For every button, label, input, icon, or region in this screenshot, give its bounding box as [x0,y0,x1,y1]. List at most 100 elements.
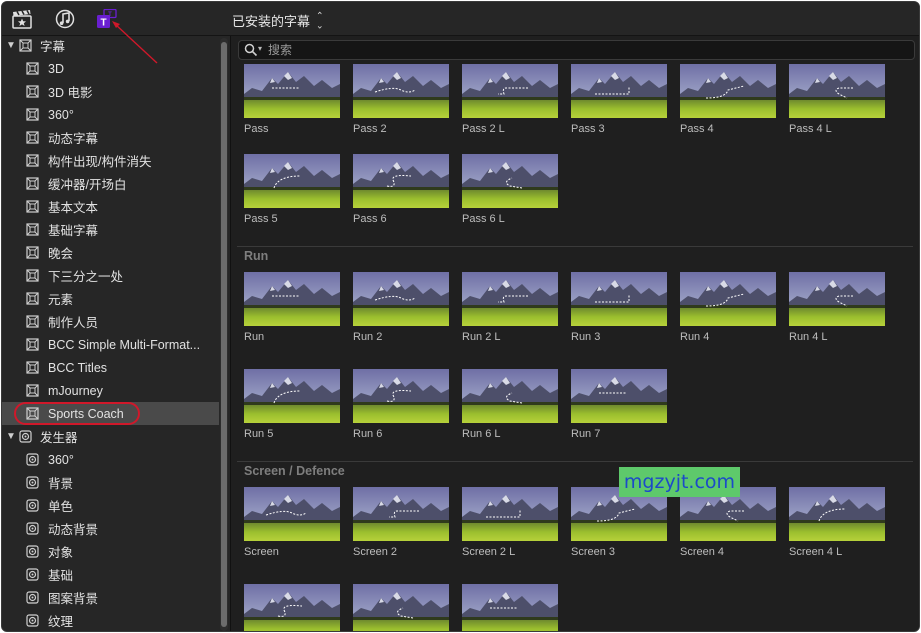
title-tile-label: Screen 4 L [789,546,843,558]
title-thumbnail[interactable] [353,369,449,423]
sidebar-item-generator-category[interactable]: 基础 [2,563,219,586]
title-tile[interactable]: Run 2 L [462,272,558,346]
sidebar-item-title-category[interactable]: BCC Titles [2,356,219,379]
title-thumbnail[interactable] [244,64,340,118]
sidebar-item-title-category[interactable]: 缓冲器/开场白 [2,172,219,195]
title-tile[interactable] [244,584,340,631]
sidebar-item-generator-category[interactable]: 对象 [2,540,219,563]
title-tile-label: Pass 4 [680,123,714,135]
title-tile[interactable]: Run 6 [353,369,449,443]
title-thumbnail[interactable] [680,272,776,326]
title-thumbnail[interactable] [571,272,667,326]
sidebar-item-label: 基本文本 [48,201,99,215]
sidebar-item-generator-category[interactable]: 360° [2,448,219,471]
title-tile[interactable]: Pass 3 [571,64,667,138]
title-tile[interactable]: Pass 5 [244,154,340,228]
title-tile[interactable]: Run 5 [244,369,340,443]
installed-titles-menu[interactable]: 已安装的字幕 ⌃ ⌄ [232,10,324,30]
title-tile[interactable]: Pass 6 L [462,154,558,228]
title-thumbnail[interactable] [789,64,885,118]
title-thumbnail[interactable] [353,272,449,326]
sidebar-item-label: 元素 [48,293,74,307]
title-thumbnail[interactable] [353,584,449,631]
sidebar-item-title-category[interactable]: 构件出现/构件消失 [2,149,219,172]
title-tile[interactable]: Screen 2 [353,487,449,561]
sidebar-item-title-category[interactable]: 晚会 [2,241,219,264]
title-thumbnail[interactable] [462,154,558,208]
titles-category-icon [26,85,39,98]
title-tile[interactable]: Screen 3 [571,487,667,561]
sidebar-item-generator-category[interactable]: 动态背景 [2,517,219,540]
title-tile[interactable]: Pass [244,64,340,138]
title-tile[interactable]: Screen 2 L [462,487,558,561]
titles-category-icon [26,246,39,259]
title-thumbnail[interactable] [462,487,558,541]
title-tile[interactable]: Run 4 [680,272,776,346]
title-tile[interactable]: Pass 4 [680,64,776,138]
sidebar-item-title-category[interactable]: mJourney [2,379,219,402]
sidebar-item-title-category[interactable]: 360° [2,103,219,126]
title-tile[interactable]: Run 4 L [789,272,885,346]
music-icon[interactable] [54,9,76,29]
title-tile[interactable]: Pass 2 [353,64,449,138]
title-tile[interactable]: Run 7 [571,369,667,443]
title-tile[interactable]: Screen 4 L [789,487,885,561]
search-input[interactable] [268,42,868,58]
title-thumbnail[interactable] [571,64,667,118]
disclosure-triangle-icon[interactable]: ▼ [6,40,16,51]
highlight-oval [14,402,140,425]
sidebar-item-title-category[interactable]: 元素 [2,287,219,310]
sidebar-item-generator-category[interactable]: 纹理 [2,609,219,631]
generator-category-icon [26,614,39,627]
title-tile-label: Screen 3 [571,546,616,558]
title-tile[interactable]: Screen [244,487,340,561]
title-thumbnail[interactable] [353,154,449,208]
title-thumbnail[interactable] [244,369,340,423]
title-tile[interactable]: Run 2 [353,272,449,346]
title-tile[interactable]: Run 6 L [462,369,558,443]
title-thumbnail[interactable] [353,64,449,118]
title-tile[interactable]: Pass 4 L [789,64,885,138]
search-icon[interactable] [244,43,258,57]
sidebar-item-title-category[interactable]: 3D 电影 [2,80,219,103]
sidebar-item-generator-category[interactable]: 背景 [2,471,219,494]
sidebar-item-generator-category[interactable]: 图案背景 [2,586,219,609]
title-thumbnail[interactable] [571,369,667,423]
sidebar-group-titles[interactable]: ▼ 字幕 [2,36,219,57]
title-thumbnail[interactable] [462,584,558,631]
title-tile[interactable] [353,584,449,631]
disclosure-triangle-icon[interactable]: ▼ [6,431,16,442]
sidebar-scroll-thumb[interactable] [221,42,227,627]
title-thumbnail[interactable] [244,272,340,326]
title-thumbnail[interactable] [244,154,340,208]
title-tile[interactable] [462,584,558,631]
title-tile[interactable]: Run 3 [571,272,667,346]
title-tile[interactable]: Run [244,272,340,346]
title-tile[interactable]: Pass 2 L [462,64,558,138]
sidebar-item-title-category[interactable]: 基础字幕 [2,218,219,241]
sidebar-item-title-category[interactable]: 下三分之一处 [2,264,219,287]
title-thumbnail[interactable] [462,369,558,423]
title-thumbnail[interactable] [462,64,558,118]
title-thumbnail[interactable] [353,487,449,541]
sidebar-scrollbar[interactable] [220,38,228,631]
title-thumbnail[interactable] [244,584,340,631]
title-thumbnail[interactable] [680,64,776,118]
title-thumbnail[interactable] [462,272,558,326]
sidebar-item-title-category[interactable]: 动态字幕 [2,126,219,149]
clapper-icon[interactable] [11,9,33,29]
title-thumbnail[interactable] [789,272,885,326]
title-thumbnail[interactable] [244,487,340,541]
search-options-icon[interactable]: ▾ [258,44,262,53]
title-tile[interactable]: Screen 4 [680,487,776,561]
sidebar-item-title-category[interactable]: BCC Simple Multi-Format... [2,333,219,356]
sidebar-group-generators[interactable]: ▼ 发生器 [2,425,219,448]
title-tile[interactable]: Pass 6 [353,154,449,228]
search-bar[interactable]: ▾ [238,40,915,60]
title-thumbnail[interactable] [789,487,885,541]
titles-icon[interactable]: T T [96,9,118,29]
sidebar-item-title-category[interactable]: 3D [2,57,219,80]
sidebar-item-title-category[interactable]: 制作人员 [2,310,219,333]
sidebar-item-generator-category[interactable]: 单色 [2,494,219,517]
sidebar-item-title-category[interactable]: 基本文本 [2,195,219,218]
